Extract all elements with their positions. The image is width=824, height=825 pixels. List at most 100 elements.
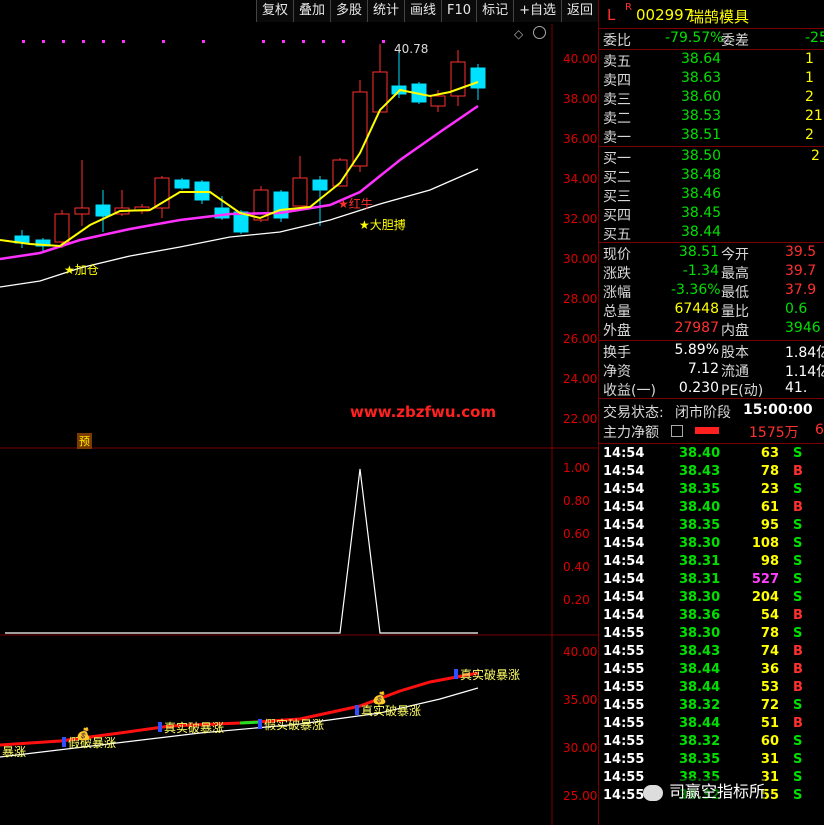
- signal-dot: [82, 40, 85, 43]
- fund-row: 换手 5.89% 股本 1.84亿: [603, 342, 824, 361]
- toolbar: 复权 叠加 多股 统计 画线 F10 标记 +自选 返回: [255, 0, 598, 24]
- sell-row: 卖三 38.60 2: [603, 89, 814, 108]
- tick-row: 14:55 38.44 36 B: [603, 662, 803, 677]
- trade-status-row: 交易状态: 闭市阶段 15:00:00: [603, 402, 813, 421]
- fund-row: 净资 7.12 流通 1.14亿: [603, 361, 824, 380]
- buy-row: 买一 38.50 2: [603, 148, 820, 167]
- signal-dot: [22, 40, 25, 43]
- axis-tick-label: 40.00: [563, 645, 598, 659]
- quote-row: 总量 67448 量比 0.6: [603, 301, 808, 320]
- quote-row: 现价 38.51 今开 39.5: [603, 244, 817, 263]
- tick-row: 14:54 38.31 527 S: [603, 572, 803, 587]
- tick-row: 14:55 38.44 51 B: [603, 716, 803, 731]
- candle-body: [352, 91, 368, 167]
- signal-dot: [102, 40, 105, 43]
- tick-row: 14:54 38.40 63 S: [603, 446, 803, 461]
- toolbar-button[interactable]: 标记: [476, 0, 514, 22]
- circle-icon[interactable]: [533, 26, 546, 39]
- axis-tick-label: 0.60: [563, 527, 590, 541]
- toolbar-button[interactable]: 画线: [404, 0, 442, 22]
- ind2-label-4: 假实破暴涨: [258, 716, 324, 733]
- axis-tick-label: 0.80: [563, 494, 590, 508]
- tick-row: 14:55 38.32 60 S: [603, 734, 803, 749]
- diamond-icon[interactable]: ◇: [514, 27, 523, 41]
- tick-row: 14:54 38.31 98 S: [603, 554, 803, 569]
- axis-tick-label: 32.00: [563, 212, 598, 226]
- axis-tick-label: 0.20: [563, 593, 590, 607]
- axis-tick-label: 34.00: [563, 172, 598, 186]
- axis-tick-label: 22.00: [563, 412, 598, 426]
- annotation-red-bull: ★红牛: [338, 197, 373, 211]
- signal-dot: [262, 40, 265, 43]
- toolbar-button[interactable]: F10: [441, 0, 477, 22]
- signal-dot: [62, 40, 65, 43]
- stock-header: L R 002997 瑞鹄模具: [607, 2, 750, 26]
- axis-tick-label: 38.00: [563, 92, 598, 106]
- toolbar-button[interactable]: +自选: [513, 0, 561, 22]
- candle-body: [430, 95, 446, 107]
- toolbar-button[interactable]: 统计: [367, 0, 405, 22]
- indicator1-line: [5, 468, 478, 634]
- tick-row: 14:54 38.30 204 S: [603, 590, 803, 605]
- ind2-label-1: 真实破暴涨: [454, 666, 520, 683]
- annotation-bold-bet: ★大胆搏: [359, 218, 406, 232]
- axis-tick-label: 30.00: [563, 252, 598, 266]
- buy-row: 买二 38.48: [603, 167, 722, 186]
- axis-tick-label: 26.00: [563, 332, 598, 346]
- axis-tick-label: 36.00: [563, 132, 598, 146]
- signal-dot: [322, 40, 325, 43]
- ind2-label-2: 真实破暴涨: [158, 719, 224, 736]
- tick-row: 14:54 38.36 54 B: [603, 608, 803, 623]
- sell-row: 卖四 38.63 1: [603, 70, 814, 89]
- toolbar-button[interactable]: 多股: [329, 0, 367, 22]
- tick-row: 14:55 38.44 53 B: [603, 680, 803, 695]
- sell-row: 卖一 38.51 2: [603, 127, 814, 146]
- sell-row: 卖五 38.64 1: [603, 51, 814, 70]
- tick-row: 14:55 38.30 78 S: [603, 626, 803, 641]
- axis-tick-label: 28.00: [563, 292, 598, 306]
- signal-dot: [342, 40, 345, 43]
- stock-code: 002997: [636, 6, 694, 24]
- candle-body: [292, 177, 308, 207]
- signal-dot: [382, 40, 385, 43]
- toolbar-button[interactable]: 复权: [255, 0, 293, 22]
- toolbar-button[interactable]: 叠加: [292, 0, 330, 22]
- candle-body: [174, 179, 190, 189]
- sell-row: 卖二 38.53 21: [603, 108, 823, 127]
- axis-tick-label: 40.00: [563, 52, 598, 66]
- chart-area[interactable]: 复权 叠加 多股 统计 画线 F10 标记 +自选 返回 40.00 38.00 36.00 34.0…: [0, 0, 598, 825]
- kline-chart[interactable]: [0, 0, 598, 825]
- signal-dot: [202, 40, 205, 43]
- signal-dot: [162, 40, 165, 43]
- order-ratio-row: 委比 -79.57% 委差 -25: [603, 30, 824, 49]
- signal-dot: [282, 40, 285, 43]
- buy-row: 买五 38.44: [603, 224, 722, 243]
- quote-row: 外盘 27987 内盘 3946: [603, 320, 821, 339]
- buy-row: 买四 38.45: [603, 205, 722, 224]
- fund-row: 收益(一) 0.230 PE(动) 41.: [603, 380, 808, 399]
- wechat-icon: [643, 784, 663, 801]
- quote-row: 涨幅 -3.36% 最低 37.9: [603, 282, 817, 301]
- max-price-label: 40.78: [394, 42, 429, 56]
- stock-name: 瑞鹄模具: [689, 8, 750, 26]
- axis-tick-label: 30.00: [563, 741, 598, 755]
- annotation-forecast: 预: [77, 433, 92, 449]
- signal-dot: [302, 40, 305, 43]
- candle-body: [74, 207, 90, 215]
- main-flow-row[interactable]: 主力净额 1575万 6: [601, 422, 824, 441]
- buy-row: 买三 38.46: [603, 186, 722, 205]
- candle-body: [95, 204, 111, 217]
- tick-row: 14:55 38.43 74 B: [603, 644, 803, 659]
- axis-tick-label: 35.00: [563, 693, 598, 707]
- toolbar-button[interactable]: 返回: [560, 0, 598, 22]
- annotation-add-position: ★加仓: [64, 263, 99, 277]
- candle-body: [54, 213, 70, 243]
- tick-row: 14:55 38.32 72 S: [603, 698, 803, 713]
- brand-watermark: 司赢空指标所: [643, 778, 766, 802]
- moneybag-icon: 💰: [76, 727, 91, 741]
- tick-row: 14:54 38.43 78 B: [603, 464, 803, 479]
- tick-row: 14:54 38.40 61 B: [603, 500, 803, 515]
- list-icon[interactable]: [671, 425, 683, 437]
- tick-row: 14:54 38.35 95 S: [603, 518, 803, 533]
- tick-row: 14:5538.3531S: [603, 752, 803, 767]
